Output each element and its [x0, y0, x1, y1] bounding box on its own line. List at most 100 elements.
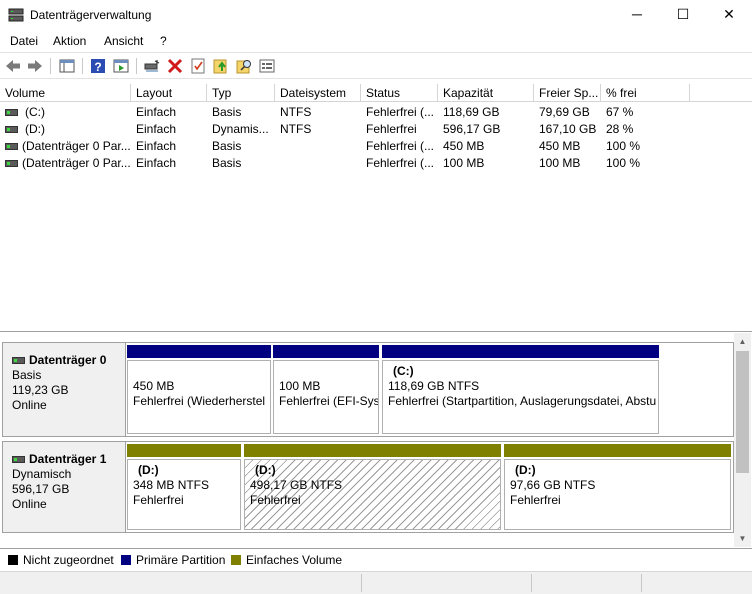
partition-status: Fehlerfrei [510, 493, 561, 507]
toolbar-separator [82, 58, 83, 74]
column-header-status[interactable]: Status [361, 84, 438, 102]
scroll-up-icon[interactable]: ▲ [734, 333, 751, 350]
primary-partition-bar [273, 345, 379, 358]
cell-status: Fehlerfrei (... [366, 156, 435, 170]
partition-status: Fehlerfrei [250, 493, 301, 507]
status-pane [531, 574, 641, 592]
cell-typ: Basis [212, 139, 242, 153]
column-header-prozent-frei[interactable]: % frei [601, 84, 690, 102]
status-pane [641, 574, 749, 592]
cell-dateisystem: NTFS [280, 105, 312, 119]
partition-recovery[interactable]: 450 MB Fehlerfrei (Wiederherstel [127, 343, 271, 436]
table-row[interactable]: (D:) Einfach Dynamis... NTFS Fehlerfrei … [0, 121, 752, 138]
disk-1-name: Datenträger 1 [29, 452, 107, 466]
disk-1-state: Online [12, 497, 47, 511]
partition-c[interactable]: (C:) 118,69 GB NTFS Fehlerfrei (Startpar… [382, 343, 659, 436]
toolbar-separator [136, 58, 137, 74]
partition-label: (D:) [255, 463, 276, 477]
check-icon[interactable] [189, 57, 207, 75]
disk-1-row[interactable]: Datenträger 1 Dynamisch 596,17 GB Online… [2, 441, 734, 533]
status-bar [0, 571, 752, 594]
partition-size: 498,17 GB NTFS [250, 478, 343, 492]
cell-status: Fehlerfrei (... [366, 105, 435, 119]
partition-body: (D:) 348 MB NTFS Fehlerfrei [127, 459, 241, 530]
cell-status: Fehlerfrei (... [366, 139, 435, 153]
legend-label-unallocated: Nicht zugeordnet [23, 553, 114, 567]
menu-datei[interactable]: Datei [10, 34, 38, 48]
vertical-scrollbar[interactable]: ▲ ▼ [734, 333, 751, 547]
menu-aktion[interactable]: Aktion [53, 34, 86, 48]
console-tree-icon[interactable] [58, 57, 76, 75]
partition-label: (D:) [138, 463, 159, 477]
back-icon[interactable] [4, 57, 22, 75]
table-row[interactable]: (C:) Einfach Basis NTFS Fehlerfrei (... … [0, 104, 752, 121]
drive-icon [5, 109, 18, 116]
cell-prozent-frei: 100 % [606, 156, 641, 170]
partition-body: 450 MB Fehlerfrei (Wiederherstel [127, 360, 271, 434]
partition-status: Fehlerfrei [133, 493, 184, 507]
partition-efi[interactable]: 100 MB Fehlerfrei (EFI-Sys [273, 343, 379, 436]
simple-volume-bar [504, 444, 731, 457]
cell-status: Fehlerfrei [366, 122, 417, 136]
disk-0-row[interactable]: Datenträger 0 Basis 119,23 GB Online 450… [2, 342, 734, 437]
action-pane-icon[interactable] [112, 57, 130, 75]
partition-status: Fehlerfrei (EFI-Sys [279, 394, 379, 408]
cell-freier-speicher: 79,69 GB [539, 105, 590, 119]
forward-icon[interactable] [26, 57, 44, 75]
search-folder-icon[interactable] [235, 57, 253, 75]
connect-drive-icon[interactable] [143, 57, 161, 75]
menu-help[interactable]: ? [160, 34, 167, 48]
partition-body: (D:) 97,66 GB NTFS Fehlerfrei [504, 459, 731, 530]
cell-dateisystem: NTFS [280, 122, 312, 136]
table-row[interactable]: (Datenträger 0 Par... Einfach Basis Fehl… [0, 155, 752, 172]
delete-icon[interactable] [166, 57, 184, 75]
partition-size: 97,66 GB NTFS [510, 478, 596, 492]
disk-0-name: Datenträger 0 [29, 353, 107, 367]
column-header-freier-speicher[interactable]: Freier Sp... [534, 84, 601, 102]
help-icon[interactable]: ? [89, 57, 107, 75]
primary-partition-bar [382, 345, 659, 358]
cell-typ: Basis [212, 156, 242, 170]
column-header-volume[interactable]: Volume [0, 84, 131, 102]
cell-volume: (Datenträger 0 Par... [22, 139, 131, 153]
cell-layout: Einfach [136, 122, 177, 136]
cell-prozent-frei: 67 % [606, 105, 634, 119]
disk-0-info[interactable]: Datenträger 0 Basis 119,23 GB Online [3, 343, 126, 436]
simple-volume-bar [244, 444, 501, 457]
disk-management-window: Datenträgerverwaltung ─ ☐ ✕ Datei Aktion… [0, 0, 752, 594]
cell-layout: Einfach [136, 156, 177, 170]
close-button[interactable]: ✕ [706, 0, 752, 30]
volume-list: Volume Layout Typ Dateisystem Status Kap… [0, 84, 752, 332]
column-header-dateisystem[interactable]: Dateisystem [275, 84, 361, 102]
column-header-kapazitaet[interactable]: Kapazität [438, 84, 534, 102]
cell-freier-speicher: 100 MB [539, 156, 581, 170]
disk-1-size: 596,17 GB [12, 482, 70, 496]
disk-0-state: Online [12, 398, 47, 412]
folder-up-icon[interactable] [212, 57, 230, 75]
cell-kapazitaet: 450 MB [443, 139, 485, 153]
cell-layout: Einfach [136, 105, 177, 119]
properties-icon[interactable] [258, 57, 276, 75]
column-header-typ[interactable]: Typ [207, 84, 275, 102]
cell-dateisystem [275, 138, 361, 155]
partition-body: (C:) 118,69 GB NTFS Fehlerfrei (Startpar… [382, 360, 659, 434]
disk-management-app-icon [8, 8, 24, 22]
table-row[interactable]: (Datenträger 0 Par... Einfach Basis Fehl… [0, 138, 752, 155]
partition-d-3[interactable]: (D:) 97,66 GB NTFS Fehlerfrei [504, 442, 731, 532]
partition-d-1[interactable]: (D:) 348 MB NTFS Fehlerfrei [127, 442, 241, 532]
scroll-down-icon[interactable]: ▼ [734, 530, 751, 547]
drive-icon [12, 357, 25, 364]
partition-d-2[interactable]: (D:) 498,17 GB NTFS Fehlerfrei [244, 442, 501, 532]
cell-kapazitaet: 596,17 GB [443, 122, 501, 136]
maximize-button[interactable]: ☐ [660, 0, 706, 30]
minimize-button[interactable]: ─ [614, 0, 660, 30]
legend-label-primary: Primäre Partition [136, 553, 226, 567]
disk-1-info[interactable]: Datenträger 1 Dynamisch 596,17 GB Online [3, 442, 126, 532]
volume-list-header: Volume Layout Typ Dateisystem Status Kap… [0, 84, 752, 102]
disk-graphical-view: Datenträger 0 Basis 119,23 GB Online 450… [0, 333, 752, 547]
column-header-layout[interactable]: Layout [131, 84, 207, 102]
menu-ansicht[interactable]: Ansicht [104, 34, 143, 48]
scrollbar-thumb[interactable] [736, 351, 749, 473]
disk-0-partitions: 450 MB Fehlerfrei (Wiederherstel 100 MB … [127, 343, 661, 436]
title-bar: Datenträgerverwaltung ─ ☐ ✕ [0, 0, 752, 30]
